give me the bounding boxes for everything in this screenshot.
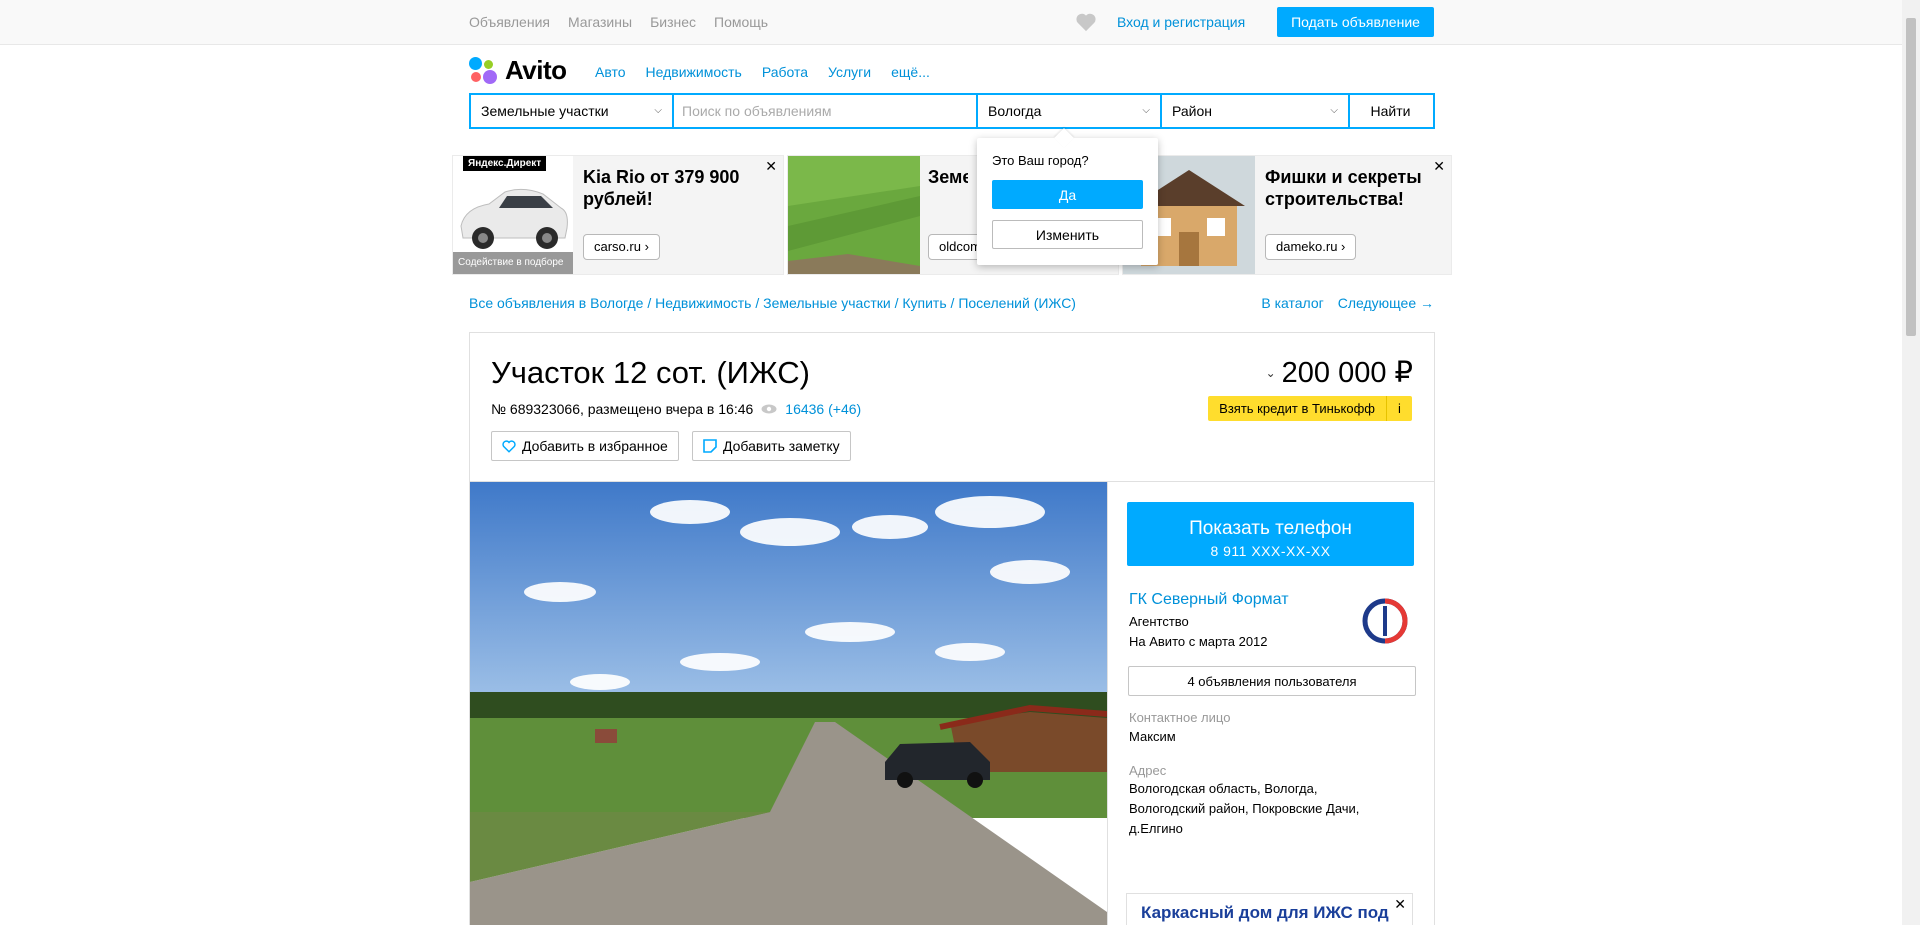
- nav-realty[interactable]: Недвижимость: [646, 64, 742, 80]
- login-link[interactable]: Вход и регистрация: [1117, 14, 1245, 30]
- add-note-button[interactable]: Добавить заметку: [692, 431, 851, 461]
- breadcrumb-item[interactable]: Все объявления в Вологде: [469, 295, 643, 311]
- contact-person-label: Контактное лицо: [1129, 710, 1231, 725]
- listing-meta: № 689323066, размещено вчера в 16:46 164…: [491, 401, 861, 417]
- avito-logo[interactable]: Avito: [469, 55, 567, 86]
- heart-icon: [502, 439, 516, 453]
- ad-link[interactable]: carso.ru ›: [583, 234, 660, 260]
- breadcrumb-item[interactable]: Купить: [902, 295, 946, 311]
- search-input[interactable]: [674, 95, 978, 127]
- chevron-down-icon: ⌵: [1330, 105, 1338, 116]
- currency-chevron-icon[interactable]: ⌄: [1266, 366, 1276, 380]
- city-yes-button[interactable]: Да: [992, 180, 1143, 209]
- city-change-button[interactable]: Изменить: [992, 220, 1143, 249]
- top-nav-help[interactable]: Помощь: [714, 14, 768, 30]
- address-line: Вологодская область, Вологда,: [1129, 781, 1318, 796]
- close-icon[interactable]: ✕: [765, 158, 777, 175]
- district-select[interactable]: Район ⌵: [1162, 95, 1350, 127]
- nav-more[interactable]: ещё...: [891, 64, 930, 80]
- logo-dots-icon: [469, 56, 499, 85]
- show-phone-button[interactable]: Показать телефон 8 911 XXX-XX-XX: [1127, 502, 1414, 566]
- side-ad-card[interactable]: Каркасный дом для ИЖС под ✕: [1126, 893, 1413, 925]
- ad-card[interactable]: Фишки и секреты строительства! dameko.ru…: [1122, 155, 1452, 275]
- category-select[interactable]: Земельные участки ⌵: [471, 95, 674, 127]
- eye-icon: [761, 404, 777, 414]
- ad-car-image: Яндекс.Директ Содействие в подборе: [453, 156, 573, 274]
- find-button[interactable]: Найти: [1350, 95, 1431, 127]
- show-phone-label: Показать телефон: [1189, 518, 1352, 539]
- search-bar: Земельные участки ⌵ Вологда ⌵ Район ⌵ На…: [469, 93, 1435, 129]
- to-catalog-link[interactable]: В каталог: [1261, 295, 1323, 311]
- price-value: 200 000 ₽: [1281, 357, 1413, 389]
- city-select[interactable]: Вологда ⌵: [978, 95, 1162, 127]
- top-nav-business[interactable]: Бизнес: [650, 14, 696, 30]
- price: ⌄ 200 000 ₽: [1266, 355, 1413, 390]
- breadcrumb-item[interactable]: Поселений (ИЖС): [958, 295, 1076, 311]
- nav-services[interactable]: Услуги: [828, 64, 871, 80]
- ad-link[interactable]: dameko.ru ›: [1265, 234, 1357, 260]
- next-listing-link[interactable]: Следующее →: [1338, 295, 1434, 311]
- credit-label: Взять кредит в Тинькофф: [1219, 401, 1375, 416]
- tinkoff-credit-button[interactable]: Взять кредит в Тинькофф i: [1208, 396, 1412, 421]
- top-nav-ads[interactable]: Объявления: [469, 14, 550, 30]
- info-icon[interactable]: i: [1386, 396, 1412, 421]
- ad-title: Kia Rio от 379 900 рублей!: [583, 167, 740, 209]
- city-question: Это Ваш город?: [992, 153, 1089, 168]
- seller-logo-icon[interactable]: [1357, 598, 1413, 644]
- side-ad-title: Каркасный дом для ИЖС под: [1141, 903, 1389, 922]
- address-label: Адрес: [1129, 763, 1167, 778]
- ad-title: Земельные участки: [928, 167, 968, 187]
- post-ad-button[interactable]: Подать объявление: [1277, 7, 1434, 37]
- listing-title: Участок 12 сот. (ИЖС): [491, 355, 810, 390]
- ad-promo-strip: Содействие в подборе: [453, 252, 573, 274]
- add-to-favorites-button[interactable]: Добавить в избранное: [491, 431, 679, 461]
- district-select-value: Район: [1172, 103, 1212, 119]
- city-select-value: Вологда: [988, 103, 1042, 119]
- city-confirm-popup: Это Ваш город? Да Изменить: [977, 128, 1158, 265]
- favorites-label: Добавить в избранное: [522, 438, 668, 454]
- breadcrumb: Все объявления в Вологде / Недвижимость …: [469, 295, 1076, 311]
- top-bar: Объявления Магазины Бизнес Помощь Вход и…: [0, 0, 1902, 45]
- favorites-heart-icon[interactable]: [1075, 12, 1097, 32]
- catalog-links: В каталог Следующее →: [1261, 295, 1434, 311]
- masked-phone: 8 911 XXX-XX-XX: [1210, 543, 1331, 559]
- ad-card[interactable]: Яндекс.Директ Содействие в подборе Kia R…: [452, 155, 784, 275]
- nav-jobs[interactable]: Работа: [762, 64, 808, 80]
- breadcrumb-item[interactable]: Недвижимость: [655, 295, 751, 311]
- ad-field-image: [788, 156, 920, 274]
- logo-text: Avito: [505, 55, 567, 85]
- seller-name[interactable]: ГК Северный Формат: [1129, 591, 1289, 609]
- nav-auto[interactable]: Авто: [595, 64, 626, 80]
- listing-id-date: № 689323066, размещено вчера в 16:46: [491, 401, 754, 417]
- contact-person-name: Максим: [1129, 729, 1176, 744]
- top-nav: Объявления Магазины Бизнес Помощь: [469, 14, 768, 30]
- top-nav-shops[interactable]: Магазины: [568, 14, 632, 30]
- ad-title: Фишки и секреты строительства!: [1265, 167, 1422, 209]
- scrollbar-thumb[interactable]: [1906, 18, 1916, 336]
- note-label: Добавить заметку: [723, 438, 840, 454]
- address-line: д.Елгино: [1129, 821, 1183, 836]
- ad-banner-row: Яндекс.Директ Содействие в подборе Kia R…: [452, 155, 1452, 275]
- yandex-direct-badge: Яндекс.Директ: [463, 156, 547, 171]
- user-listings-button[interactable]: 4 объявления пользователя: [1128, 666, 1416, 696]
- breadcrumb-item[interactable]: Земельные участки: [763, 295, 891, 311]
- chevron-down-icon: ⌵: [654, 105, 662, 116]
- page-scrollbar[interactable]: [1902, 0, 1920, 925]
- chevron-down-icon: ⌵: [1142, 105, 1150, 116]
- address-line: Вологодский район, Покровские Дачи,: [1129, 801, 1360, 816]
- seller-since: На Авито с марта 2012: [1129, 634, 1268, 649]
- listing-photo[interactable]: [470, 482, 1107, 925]
- category-select-value: Земельные участки: [481, 103, 609, 119]
- close-icon[interactable]: ✕: [1433, 158, 1445, 175]
- seller-type: Агентство: [1129, 614, 1189, 629]
- listing-card: Участок 12 сот. (ИЖС) № 689323066, разме…: [469, 332, 1435, 925]
- close-icon[interactable]: ✕: [1394, 896, 1406, 913]
- main-nav: Авто Недвижимость Работа Услуги ещё...: [595, 64, 930, 80]
- note-icon: [703, 439, 717, 453]
- view-count[interactable]: 16436 (+46): [785, 401, 861, 417]
